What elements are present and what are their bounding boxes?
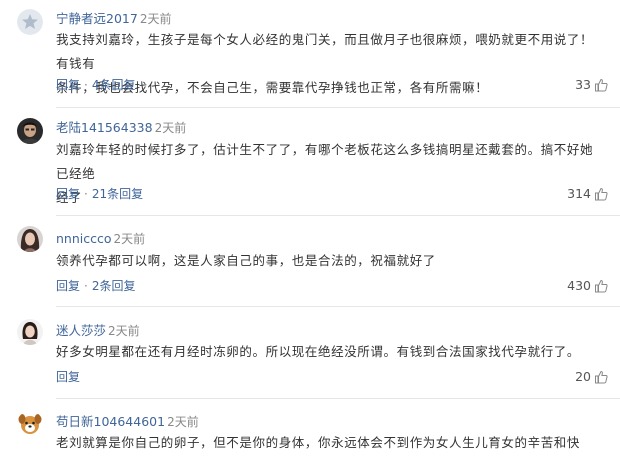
comment-text-line: 条件，我也会找代孕，不会自己生，需要靠代孕挣钱也正常，各有所需嘛！	[56, 80, 489, 95]
username-link[interactable]: 迷人莎莎	[56, 323, 106, 338]
username-link[interactable]: 苟日新104644601	[56, 414, 165, 429]
reply-button[interactable]: 回复	[56, 279, 80, 293]
like-count: 430	[567, 278, 591, 293]
comment-text-line: 好多女明星都在还有月经时冻卵的。所以现在绝经没所谓。有钱到合法国家找代孕就行了。	[56, 344, 581, 359]
comment-text: 好多女明星都在还有月经时冻卵的。所以现在绝经没所谓。有钱到合法国家找代孕就行了。	[56, 340, 604, 364]
comment-header: 老陆141564338 2天前	[56, 118, 186, 136]
girl-photo-avatar-icon	[17, 319, 43, 345]
view-replies-button[interactable]: 4条回复	[92, 78, 136, 92]
like-count: 20	[575, 369, 591, 384]
thumbs-up-icon	[595, 78, 608, 92]
comment-item: 苟日新104644601 2天前 老刘就算是你自己的卵子，但不是你的身体，你永远体…	[0, 399, 620, 458]
comment-time: 2天前	[113, 232, 146, 246]
separator-dot: ·	[84, 78, 88, 92]
comment-time: 2天前	[108, 324, 140, 338]
thumbs-up-icon	[595, 370, 608, 384]
reply-button[interactable]: 回复	[56, 187, 80, 201]
comment-time: 2天前	[139, 12, 172, 26]
user-avatar[interactable]	[17, 118, 43, 144]
comment-text-line: 老刘就算是你自己的卵子，但不是你的身体，你永远体会不到作为女人生儿育女的辛苦和快…	[56, 435, 581, 450]
username-link[interactable]: nnniccco	[56, 231, 112, 246]
thumbs-up-icon	[595, 187, 608, 201]
star-avatar-icon	[17, 9, 43, 35]
man-photo-avatar-icon	[17, 118, 43, 144]
like-button[interactable]: 430	[567, 277, 608, 295]
username-link[interactable]: 宁静者远2017	[56, 11, 138, 26]
comment-actions: 回复 · 4条回复	[56, 76, 135, 94]
comment-header: 迷人莎莎 2天前	[56, 321, 140, 339]
view-replies-button[interactable]: 2条回复	[92, 279, 136, 293]
woman-photo-avatar-icon	[17, 226, 43, 252]
comment-header: nnniccco 2天前	[56, 229, 145, 247]
comment-time: 2天前	[154, 121, 187, 135]
comment-actions: 回复	[56, 368, 80, 386]
separator-dot: ·	[84, 279, 88, 293]
comment-header: 苟日新104644601 2天前	[56, 412, 199, 430]
username-link[interactable]: 老陆141564338	[56, 120, 153, 135]
view-replies-button[interactable]: 21条回复	[92, 187, 143, 201]
comment-header: 宁静者远2017 2天前	[56, 9, 171, 27]
reply-button[interactable]: 回复	[56, 78, 80, 92]
comment-item: nnniccco 2天前 领养代孕都可以啊，这是人家自己的事，也是合法的，祝福就好…	[0, 216, 620, 307]
user-avatar[interactable]	[17, 319, 43, 345]
like-count: 314	[567, 186, 591, 201]
comment-text-line: 领养代孕都可以啊，这是人家自己的事，也是合法的，祝福就好了	[56, 253, 436, 268]
comment-text: 我支持刘嘉玲，生孩子是每个女人必经的鬼门关，而且做月子也很麻烦，喂奶就更不用说了…	[56, 28, 604, 100]
separator-dot: ·	[84, 187, 88, 201]
user-avatar[interactable]	[17, 226, 43, 252]
comment-text-line: 我支持刘嘉玲，生孩子是每个女人必经的鬼门关，而且做月子也很麻烦，喂奶就更不用说了…	[56, 32, 594, 71]
dog-avatar-icon	[17, 411, 43, 437]
user-avatar[interactable]	[17, 9, 43, 35]
comment-text: 领养代孕都可以啊，这是人家自己的事，也是合法的，祝福就好了	[56, 249, 604, 273]
comment-actions: 回复 · 21条回复	[56, 185, 143, 203]
comment-actions: 回复 · 2条回复	[56, 277, 135, 295]
comment-text: 老刘就算是你自己的卵子，但不是你的身体，你永远体会不到作为女人生儿育女的辛苦和快…	[56, 431, 604, 458]
like-count: 33	[575, 77, 591, 92]
comment-item: 迷人莎莎 2天前 好多女明星都在还有月经时冻卵的。所以现在绝经没所谓。有钱到合法国…	[0, 307, 620, 399]
user-avatar[interactable]	[17, 411, 43, 437]
comment-item: 老陆141564338 2天前 刘嘉玲年轻的时候打多了，估计生不了了，有哪个老板花…	[0, 108, 620, 216]
like-button[interactable]: 33	[575, 76, 608, 94]
comment-time: 2天前	[167, 415, 199, 429]
like-button[interactable]: 20	[575, 368, 608, 386]
like-button[interactable]: 314	[567, 185, 608, 203]
thumbs-up-icon	[595, 279, 608, 293]
comment-text-line: 刘嘉玲年轻的时候打多了，估计生不了了，有哪个老板花这么多钱搞明星还戴套的。搞不好…	[56, 142, 594, 181]
comment-item: 宁静者远2017 2天前 我支持刘嘉玲，生孩子是每个女人必经的鬼门关，而且做月子也…	[0, 0, 620, 110]
reply-button[interactable]: 回复	[56, 370, 80, 384]
